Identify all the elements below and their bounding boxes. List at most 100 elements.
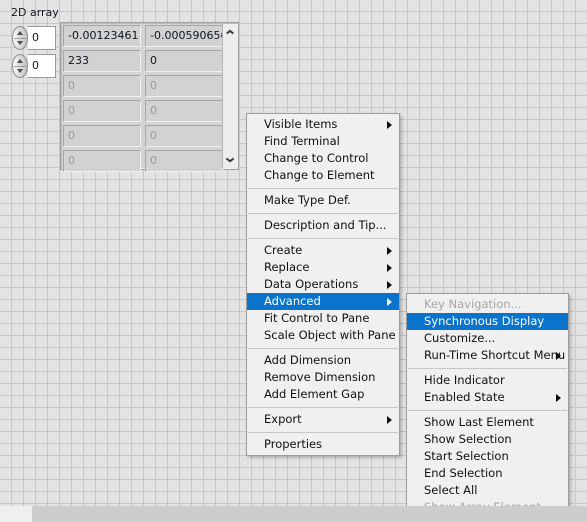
array-index-value-1[interactable]: 0	[28, 54, 56, 78]
menu-separator	[248, 238, 398, 239]
menu-item-label: Change to Element	[264, 168, 375, 182]
menu-item-label: Show Selection	[424, 432, 512, 446]
advanced-submenu[interactable]: Key Navigation... Synchronous Display Cust…	[406, 293, 569, 519]
chevron-down-icon[interactable]	[223, 152, 237, 168]
submenu-arrow-icon	[387, 120, 392, 129]
array-cell[interactable]: -0.000590656	[145, 25, 223, 47]
menu-item-label: Add Element Gap	[264, 387, 365, 401]
array-index-display[interactable]: 0 0	[12, 26, 56, 82]
menu-item-label: Create	[264, 243, 303, 257]
array-label: 2D array	[11, 6, 59, 19]
menu-item-add-element-gap[interactable]: Add Element Gap	[247, 386, 399, 403]
menu-item-create[interactable]: Create	[247, 242, 399, 259]
menu-separator	[408, 410, 567, 411]
menu-item-data-operations[interactable]: Data Operations	[247, 276, 399, 293]
menu-item-visible-items[interactable]: Visible Items	[247, 116, 399, 133]
menu-separator	[248, 213, 398, 214]
menu-item-make-type-def[interactable]: Make Type Def.	[247, 192, 399, 209]
menu-item-label: Make Type Def.	[264, 193, 351, 207]
menu-item-hide-indicator[interactable]: Hide Indicator	[407, 372, 568, 389]
menu-separator	[248, 188, 398, 189]
menu-item-label: Remove Dimension	[264, 370, 376, 384]
menu-item-synchronous-display[interactable]: Synchronous Display	[407, 313, 568, 330]
menu-item-key-navigation: Key Navigation...	[407, 296, 568, 313]
array-cell[interactable]: -0.00123461	[63, 25, 141, 47]
menu-item-scale-object-with-pane[interactable]: Scale Object with Pane	[247, 327, 399, 344]
submenu-arrow-icon	[556, 393, 561, 402]
menu-item-show-last-element[interactable]: Show Last Element	[407, 414, 568, 431]
array-cell[interactable]: 0	[63, 125, 141, 147]
submenu-arrow-icon	[387, 246, 392, 255]
menu-item-find-terminal[interactable]: Find Terminal	[247, 133, 399, 150]
menu-item-label: Start Selection	[424, 449, 509, 463]
array-index-row-1[interactable]: 0	[12, 54, 56, 78]
menu-item-label: Fit Control to Pane	[264, 311, 370, 325]
menu-item-label: Key Navigation...	[424, 297, 522, 311]
menu-item-label: Enabled State	[424, 390, 505, 404]
menu-item-label: Hide Indicator	[424, 373, 505, 387]
chevron-up-icon[interactable]	[223, 24, 237, 40]
status-bar	[0, 506, 587, 522]
menu-item-label: Show Last Element	[424, 415, 534, 429]
menu-item-change-to-element[interactable]: Change to Element	[247, 167, 399, 184]
menu-item-label: Scale Object with Pane	[264, 328, 396, 342]
menu-item-label: Description and Tip...	[264, 218, 387, 232]
menu-item-export[interactable]: Export	[247, 411, 399, 428]
array-shortcut-menu[interactable]: Visible Items Find Terminal Change to Cont…	[246, 113, 400, 456]
array-index-value-0[interactable]: 0	[28, 26, 56, 50]
array-cell[interactable]: 0	[145, 75, 223, 97]
array-cell[interactable]: 0	[145, 100, 223, 122]
array-cell[interactable]: 0	[63, 75, 141, 97]
menu-separator	[248, 348, 398, 349]
menu-item-label: Add Dimension	[264, 353, 352, 367]
spinner-up-down-icon[interactable]	[12, 26, 28, 50]
submenu-arrow-icon	[387, 415, 392, 424]
menu-item-change-to-control[interactable]: Change to Control	[247, 150, 399, 167]
menu-item-label: Advanced	[264, 294, 321, 308]
menu-item-add-dimension[interactable]: Add Dimension	[247, 352, 399, 369]
menu-item-run-time-shortcut-menu[interactable]: Run-Time Shortcut Menu	[407, 347, 568, 364]
menu-item-label: Customize...	[424, 331, 496, 345]
array-cell[interactable]: 0	[63, 150, 141, 172]
menu-item-description-and-tip[interactable]: Description and Tip...	[247, 217, 399, 234]
array-cell[interactable]: 0	[145, 150, 223, 172]
menu-item-label: Synchronous Display	[424, 314, 545, 328]
menu-item-label: Visible Items	[264, 117, 338, 131]
menu-item-enabled-state[interactable]: Enabled State	[407, 389, 568, 406]
menu-separator	[408, 368, 567, 369]
menu-item-label: Export	[264, 412, 302, 426]
submenu-arrow-icon	[387, 297, 392, 306]
array-vertical-scrollbar[interactable]	[222, 24, 237, 168]
submenu-arrow-icon	[387, 280, 392, 289]
array-cell[interactable]: 0	[145, 50, 223, 72]
array-index-row-0[interactable]: 0	[12, 26, 56, 50]
menu-item-select-all[interactable]: Select All	[407, 482, 568, 499]
array-cells-area[interactable]: -0.00123461 -0.000590656 233 0 0 0 0 0 0…	[63, 25, 223, 172]
menu-item-end-selection[interactable]: End Selection	[407, 465, 568, 482]
menu-item-label: Select All	[424, 483, 478, 497]
menu-item-label: Change to Control	[264, 151, 369, 165]
menu-item-label: Run-Time Shortcut Menu	[424, 348, 566, 362]
menu-item-properties[interactable]: Properties	[247, 436, 399, 453]
menu-item-remove-dimension[interactable]: Remove Dimension	[247, 369, 399, 386]
menu-item-start-selection[interactable]: Start Selection	[407, 448, 568, 465]
array-elements-frame[interactable]: -0.00123461 -0.000590656 233 0 0 0 0 0 0…	[60, 22, 239, 172]
submenu-arrow-icon	[387, 263, 392, 272]
menu-item-label: Replace	[264, 260, 310, 274]
menu-item-label: End Selection	[424, 466, 503, 480]
menu-item-customize[interactable]: Customize...	[407, 330, 568, 347]
menu-item-fit-control-to-pane[interactable]: Fit Control to Pane	[247, 310, 399, 327]
array-cell[interactable]: 0	[63, 100, 141, 122]
menu-item-show-selection[interactable]: Show Selection	[407, 431, 568, 448]
menu-item-advanced[interactable]: Advanced	[247, 293, 399, 310]
menu-separator	[248, 432, 398, 433]
menu-item-label: Properties	[264, 437, 323, 451]
menu-item-replace[interactable]: Replace	[247, 259, 399, 276]
menu-separator	[248, 407, 398, 408]
spinner-up-down-icon[interactable]	[12, 54, 28, 78]
labview-front-panel: 2D array 0 0 -0.00123461 -0.000590656 23…	[0, 0, 587, 522]
array-cell[interactable]: 233	[63, 50, 141, 72]
array-cell[interactable]: 0	[145, 125, 223, 147]
2d-array-control[interactable]: 0 0 -0.00123461 -0.000590656 233 0 0 0 0	[12, 22, 239, 172]
status-bar-message	[32, 506, 587, 522]
